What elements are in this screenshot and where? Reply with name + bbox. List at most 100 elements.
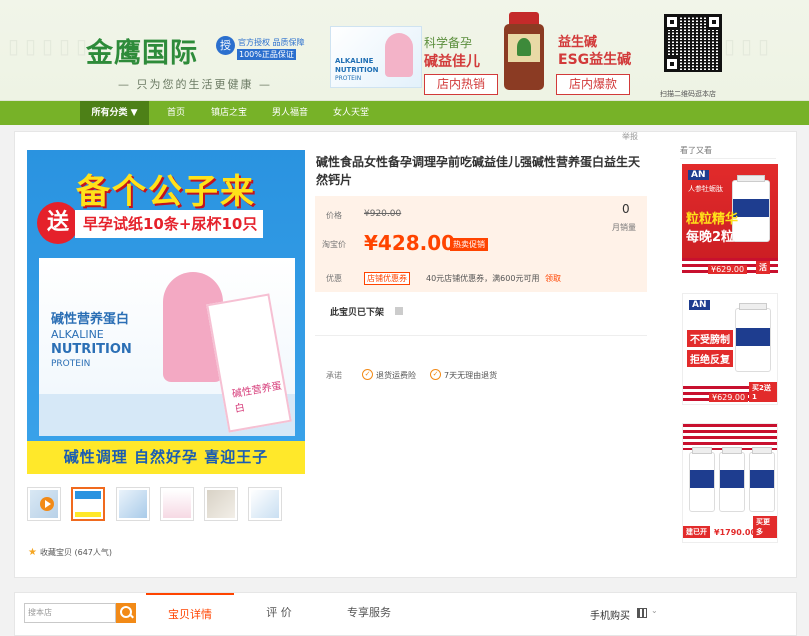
thumbnail-main[interactable]	[71, 487, 105, 521]
return-shipping-insurance[interactable]: 退货运费险	[376, 370, 416, 381]
tab-reviews[interactable]: 评 价	[234, 593, 324, 635]
thumb-fill	[75, 491, 101, 517]
promo-subtitle: 科学备孕	[424, 36, 473, 50]
box-en-label: PROTEIN	[335, 75, 362, 82]
shield-check-icon: ✓	[430, 369, 441, 380]
shop-logo-text[interactable]: 金鹰国际	[86, 31, 198, 70]
ad-tag: 建已开	[683, 526, 710, 538]
ad-line: 拒绝反复	[687, 350, 733, 367]
mobile-buy-link[interactable]: 手机购买	[590, 607, 630, 622]
thumb-fill	[119, 490, 147, 518]
monthly-sales-label: 月销量	[612, 223, 636, 232]
box-en-label: ALKALINE	[335, 57, 374, 65]
bottle-cap	[736, 175, 766, 182]
image-tagline: 碱性调理 自然好孕 喜迎王子	[27, 441, 305, 474]
shop-banner: ▯▯▯▯▯ ▯▯▯▯▯ 金鹰国际 — 只为您的生活更健康 — 授 官方授权 品质…	[0, 0, 809, 101]
divider	[680, 158, 776, 159]
report-link[interactable]: 举报	[622, 131, 638, 142]
search-icon[interactable]	[116, 603, 136, 623]
qr-corner	[664, 56, 680, 72]
chevron-down-icon[interactable]: ⌄	[651, 606, 658, 615]
ad-tag: 买更多	[753, 516, 777, 538]
favorite-text: 收藏宝贝 (647人气)	[39, 548, 113, 557]
recommended-item[interactable]: AN 建已开 ¥1790.00 买更多	[682, 423, 778, 543]
thumb-fill	[207, 490, 235, 518]
taobao-price-label: 淘宝价	[322, 240, 346, 249]
thumb-fill	[163, 490, 191, 518]
shield-check-icon: ✓	[362, 369, 373, 380]
banner-decoration: ▯▯▯▯▯	[8, 34, 94, 58]
recommended-item[interactable]: AN 不受膀制 拒绝反复 ¥629.00 买2送1	[682, 293, 778, 405]
bottle-label	[733, 199, 769, 217]
thumbnail-nursing[interactable]	[160, 487, 194, 521]
nav-item-women[interactable]: 女人天堂	[333, 101, 369, 125]
nav-item-men[interactable]: 男人福音	[272, 101, 308, 125]
bottle-label	[736, 327, 770, 347]
bottle-cap	[752, 447, 772, 454]
nav-item-home[interactable]: 首页	[167, 101, 185, 125]
supplement-bottle	[749, 447, 775, 512]
seven-day-return[interactable]: 7天无理由退货	[444, 370, 497, 381]
thumbnail-package[interactable]	[248, 487, 282, 521]
bottle-cap	[692, 447, 712, 454]
main-product-image[interactable]: 备个公子来 送 早孕试纸10条+尿杯10只 碱性营养蛋白 ALKALINE NU…	[27, 150, 305, 474]
promo-title: 益生碱	[558, 35, 598, 50]
bottle-label	[750, 470, 774, 488]
ad-price: ¥1790.00	[711, 527, 760, 538]
pregnant-woman-icon	[385, 33, 413, 77]
favorite-link[interactable]: ★ 收藏宝贝 (647人气)	[28, 547, 112, 558]
star-icon: ★	[28, 547, 37, 558]
promise-label: 承诺	[326, 371, 342, 380]
qr-caption: 扫描二维码逛本店	[660, 90, 716, 98]
best-seller-button[interactable]: 店内爆款	[556, 74, 630, 95]
monthly-sales-count: 0	[622, 202, 630, 216]
play-icon	[40, 497, 54, 511]
an-brand-logo: AN	[689, 300, 710, 310]
bottle-label	[720, 470, 744, 488]
promo-title: ESG益生碱	[558, 52, 632, 68]
authorization-icon: 授	[216, 36, 235, 55]
shop-nav-bar: 所有分类 ▼ 首页 镇店之宝 男人福音 女人天堂	[0, 101, 809, 125]
ad-tag: 活	[756, 261, 770, 274]
qr-corner	[706, 14, 722, 30]
recommended-item[interactable]: AN 人参牡蛎肽 粒粒精华 每晚2粒 ¥629.00 活	[682, 164, 778, 276]
tree-icon	[517, 38, 531, 56]
gift-text: 早孕试纸10条+尿杯10只	[75, 210, 264, 238]
an-brand-logo: AN	[688, 170, 709, 180]
supplement-bottle	[719, 447, 745, 512]
shop-search-input[interactable]: 搜本店	[24, 603, 116, 623]
gift-badge: 送	[37, 202, 79, 244]
tab-item-detail[interactable]: 宝贝详情	[146, 593, 234, 635]
nav-all-categories[interactable]: 所有分类 ▼	[80, 101, 149, 125]
esg-bottle-image[interactable]	[504, 12, 544, 90]
ad-price: ¥629.00	[708, 265, 748, 274]
current-price: ¥428.00	[364, 231, 456, 255]
tab-service[interactable]: 专享服务	[324, 593, 414, 635]
thumbnail-video[interactable]	[27, 487, 61, 521]
qr-code-icon[interactable]	[664, 14, 722, 72]
ad-line: 粒粒精华	[686, 212, 739, 227]
thumb-fill	[251, 490, 279, 518]
bottle-cap	[722, 447, 742, 454]
bottle-cap	[509, 12, 539, 24]
hot-sale-badge: 热卖促销	[450, 238, 488, 251]
banner-product-image[interactable]: ALKALINE NUTRITION PROTEIN	[330, 26, 422, 88]
thumbnail-drink[interactable]	[204, 487, 238, 521]
box-name: 碱性营养蛋白	[51, 312, 130, 327]
hot-sale-button[interactable]: 店内热销	[424, 74, 498, 95]
ad-line: 每晚2粒	[686, 230, 735, 245]
promo-title: 碱益佳儿	[424, 54, 480, 70]
coupon-description: 40元店铺优惠券，满600元可用	[426, 274, 540, 283]
product-box: 碱性营养蛋白 ALKALINE NUTRITION PROTEIN 碱性营养蛋白	[39, 258, 295, 436]
see-also-heading: 看了又看	[680, 146, 712, 155]
box-en: NUTRITION	[51, 342, 132, 357]
off-shelf-notice: 此宝贝已下架	[330, 308, 385, 318]
thumbnail-box[interactable]	[116, 487, 150, 521]
auth-guarantee: 100%正品保证	[237, 49, 296, 60]
claim-coupon-link[interactable]: 领取	[545, 273, 561, 284]
nav-item-treasure[interactable]: 镇店之宝	[211, 101, 247, 125]
ad-price: ¥629.00	[709, 393, 749, 402]
qr-code-icon[interactable]	[637, 608, 647, 618]
ad-line: 不受膀制	[687, 330, 733, 347]
offer-label: 优惠	[326, 274, 342, 283]
